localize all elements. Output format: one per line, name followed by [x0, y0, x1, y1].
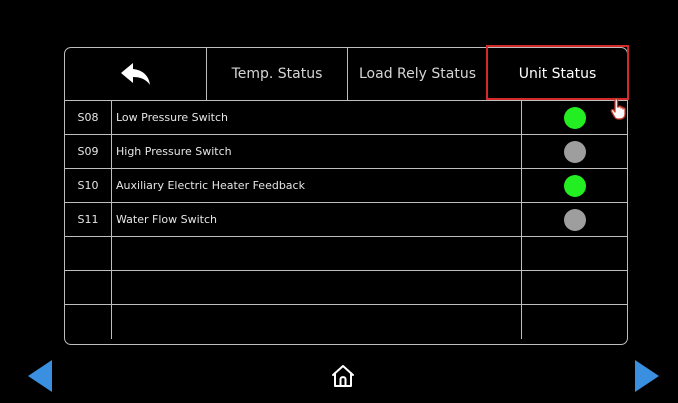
row-status-cell	[523, 271, 627, 304]
back-button[interactable]	[65, 48, 206, 100]
tab-load-rely-status-label: Load Rely Status	[359, 66, 476, 82]
tab-load-rely-status[interactable]: Load Rely Status	[347, 48, 487, 100]
table-row-empty	[65, 305, 627, 339]
status-table: S08 Low Pressure Switch S09 High Pressur…	[65, 101, 627, 339]
status-indicator-on	[564, 174, 586, 197]
row-code: S08	[65, 101, 112, 134]
row-status-cell	[523, 135, 627, 168]
table-row-empty	[65, 237, 627, 271]
hmi-screen: Temp. Status Load Rely Status Unit Statu…	[0, 0, 678, 403]
status-panel: Temp. Status Load Rely Status Unit Statu…	[64, 47, 628, 345]
right-arrow-icon[interactable]	[635, 360, 659, 392]
table-row: S09 High Pressure Switch	[65, 135, 627, 169]
home-icon[interactable]	[331, 364, 355, 388]
row-name: Low Pressure Switch	[112, 101, 522, 134]
row-code: S11	[65, 203, 112, 236]
row-status-cell	[523, 305, 627, 339]
row-code	[65, 237, 112, 270]
tab-bar: Temp. Status Load Rely Status Unit Statu…	[65, 48, 627, 101]
left-arrow-icon[interactable]	[28, 360, 52, 392]
table-row: S10 Auxiliary Electric Heater Feedback	[65, 169, 627, 203]
status-indicator-on	[564, 106, 586, 129]
tab-unit-status-label: Unit Status	[518, 66, 597, 82]
row-status-cell	[523, 203, 627, 236]
row-status-cell	[523, 237, 627, 270]
row-name: Auxiliary Electric Heater Feedback	[112, 169, 522, 202]
row-code	[65, 271, 112, 304]
row-name: Water Flow Switch	[112, 203, 522, 236]
hand-cursor-icon	[610, 98, 626, 120]
status-indicator-off	[564, 208, 586, 231]
row-code: S10	[65, 169, 112, 202]
row-name: High Pressure Switch	[112, 135, 522, 168]
tab-unit-status[interactable]: Unit Status	[487, 48, 627, 100]
tab-temp-status[interactable]: Temp. Status	[206, 48, 347, 100]
table-row: S08 Low Pressure Switch	[65, 101, 627, 135]
back-arrow-icon	[120, 63, 150, 85]
tab-temp-status-label: Temp. Status	[231, 66, 323, 82]
row-name	[112, 237, 522, 270]
row-name	[112, 305, 522, 339]
table-row-empty	[65, 271, 627, 305]
row-code: S09	[65, 135, 112, 168]
row-status-cell	[523, 169, 627, 202]
row-name	[112, 271, 522, 304]
row-code	[65, 305, 112, 339]
status-indicator-off	[564, 140, 586, 163]
table-row: S11 Water Flow Switch	[65, 203, 627, 237]
